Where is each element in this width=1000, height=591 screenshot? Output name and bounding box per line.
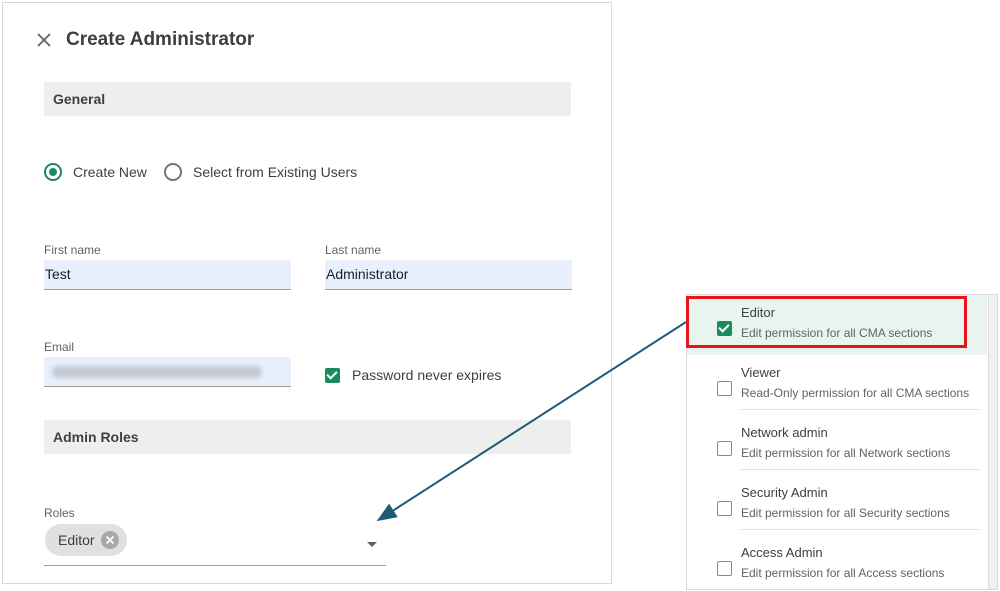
role-chip-label: Editor — [58, 532, 95, 548]
password-never-expires-option[interactable]: Password never expires — [325, 367, 501, 383]
select-existing-radio[interactable] — [164, 163, 182, 181]
role-divider — [741, 529, 979, 530]
roles-option-list: Editor Edit permission for all CMA secti… — [687, 295, 989, 589]
create-new-label: Create New — [73, 164, 147, 180]
role-checkbox-access-admin[interactable] — [717, 561, 732, 576]
role-checkbox-viewer[interactable] — [717, 381, 732, 396]
role-option-description: Edit permission for all Security section… — [741, 506, 950, 520]
select-existing-option[interactable]: Select from Existing Users — [164, 163, 357, 181]
role-checkbox-security-admin[interactable] — [717, 501, 732, 516]
first-name-field[interactable]: Test — [44, 260, 291, 290]
role-option-name: Access Admin — [741, 545, 823, 560]
role-option-editor[interactable]: Editor Edit permission for all CMA secti… — [687, 295, 987, 355]
email-label: Email — [44, 340, 75, 354]
select-existing-label: Select from Existing Users — [193, 164, 358, 180]
close-icon[interactable] — [33, 29, 55, 51]
role-option-name: Network admin — [741, 425, 828, 440]
role-divider — [741, 469, 979, 470]
create-new-radio[interactable] — [44, 163, 62, 181]
dialog-title: Create Administrator — [66, 29, 255, 50]
first-name-label: First name — [44, 243, 101, 257]
role-divider — [741, 409, 979, 410]
role-option-description: Edit permission for all CMA sections — [741, 326, 933, 340]
role-option-security-admin[interactable]: Security Admin Edit permission for all S… — [687, 475, 987, 535]
role-option-name: Viewer — [741, 365, 781, 380]
role-checkbox-editor[interactable] — [717, 321, 732, 336]
last-name-field[interactable]: Administrator — [325, 260, 572, 290]
general-section-header: General — [44, 82, 571, 116]
role-option-viewer[interactable]: Viewer Read-Only permission for all CMA … — [687, 355, 987, 415]
email-value-redacted — [52, 366, 262, 378]
role-option-name: Security Admin — [741, 485, 828, 500]
role-option-description: Edit permission for all Network sections — [741, 446, 951, 460]
roles-field-underline — [44, 565, 386, 566]
role-option-description: Read-Only permission for all CMA section… — [741, 386, 970, 400]
password-never-expires-checkbox[interactable] — [325, 367, 340, 383]
role-option-network-admin[interactable]: Network admin Edit permission for all Ne… — [687, 415, 987, 475]
role-option-description: Edit permission for all Access sections — [741, 566, 945, 580]
create-administrator-dialog: Create Administrator General Create New … — [2, 2, 612, 584]
chip-remove-icon[interactable] — [101, 531, 119, 549]
roles-dropdown-panel: Editor Edit permission for all CMA secti… — [686, 294, 998, 590]
password-never-expires-label: Password never expires — [352, 367, 502, 383]
role-option-access-admin[interactable]: Access Admin Edit permission for all Acc… — [687, 535, 987, 589]
email-field[interactable] — [44, 357, 291, 387]
last-name-label: Last name — [325, 243, 382, 257]
dropdown-arrow-icon[interactable] — [367, 542, 377, 547]
role-checkbox-network-admin[interactable] — [717, 441, 732, 456]
role-chip-editor: Editor — [45, 524, 127, 556]
create-new-option[interactable]: Create New — [44, 163, 147, 181]
roles-label: Roles — [44, 506, 75, 520]
role-option-name: Editor — [741, 305, 775, 320]
admin-roles-section-header: Admin Roles — [44, 420, 571, 454]
